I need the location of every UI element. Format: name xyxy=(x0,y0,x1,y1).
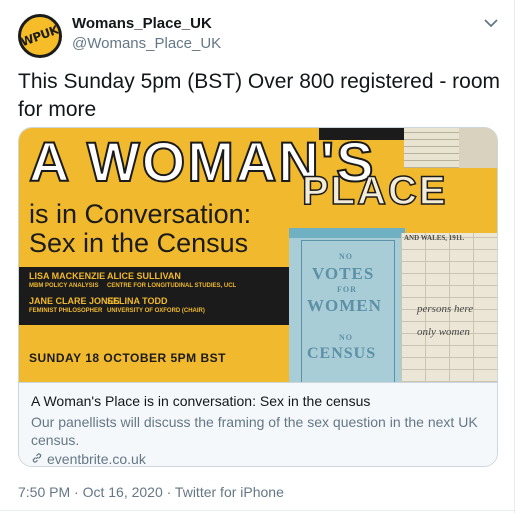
speaker-name: SELINA TODD xyxy=(107,296,168,306)
census-form-handwriting: only women xyxy=(417,326,470,338)
census-text: VOTES xyxy=(312,264,375,283)
speaker-role: UNIVERSITY OF OXFORD (CHAIR) xyxy=(107,308,205,314)
speaker: LISA MACKENZIE MBM POLICY ANALYSIS xyxy=(29,271,105,290)
speaker: SELINA TODD UNIVERSITY OF OXFORD (CHAIR) xyxy=(107,296,205,315)
event-date: SUNDAY 18 OCTOBER 5PM BST xyxy=(29,351,226,365)
card-image[interactable]: A WOMAN'S PLACE is in Conversation: Sex … xyxy=(19,128,497,382)
census-poster-header xyxy=(289,228,405,238)
image-headline-place: PLACE xyxy=(301,168,448,214)
card-link-domain[interactable]: eventbrite.co.uk xyxy=(47,451,146,466)
census-form-handwriting: persons here xyxy=(417,303,474,315)
display-name[interactable]: Womans_Place_UK xyxy=(72,15,212,32)
avatar[interactable]: WPUK xyxy=(18,14,62,58)
user-handle[interactable]: @Womans_Place_UK xyxy=(72,35,221,52)
census-text: NO xyxy=(339,333,353,342)
speaker-role: CENTRE FOR LONGITUDINAL STUDIES, UCL xyxy=(107,283,237,289)
card-title[interactable]: A Woman's Place is in conversation: Sex … xyxy=(31,393,370,409)
speaker-name: LISA MACKENZIE xyxy=(29,271,106,281)
tweet-text: This Sunday 5pm (BST) Over 800 registere… xyxy=(18,70,501,121)
card-description: Our panellists will discuss the framing … xyxy=(31,414,478,448)
card-link[interactable]: eventbrite.co.uk xyxy=(31,451,146,466)
speaker-name: JANE CLARE JONES xyxy=(29,296,120,306)
image-subhead-line-2: Sex in the Census xyxy=(29,228,249,258)
card-text[interactable]: A Woman's Place is in conversation: Sex … xyxy=(19,382,497,466)
chevron-down-icon[interactable] xyxy=(480,12,502,34)
census-form-header: AND WALES, 1911. xyxy=(404,234,465,242)
census-text: CENSUS xyxy=(307,345,377,362)
speaker-role: MBM POLICY ANALYSIS xyxy=(29,283,99,289)
speaker-name: ALICE SULLIVAN xyxy=(107,271,181,281)
speaker: JANE CLARE JONES FEMINIST PHILOSOPHER xyxy=(29,296,120,315)
census-text: NO xyxy=(339,252,353,261)
census-text: WOMEN xyxy=(307,296,382,315)
image-subhead: is in Conversation: Sex in the Census xyxy=(29,200,251,258)
speaker: ALICE SULLIVAN CENTRE FOR LONGITUDINAL S… xyxy=(107,271,236,290)
link-card[interactable]: A WOMAN'S PLACE is in Conversation: Sex … xyxy=(18,127,498,467)
avatar-logo-text: WPUK xyxy=(19,22,61,50)
speaker-role: FEMINIST PHILOSOPHER xyxy=(29,308,103,314)
census-text: FOR xyxy=(337,285,357,294)
decor-paper-corner xyxy=(459,128,497,168)
image-subhead-line-1: is in Conversation: xyxy=(29,199,252,229)
link-icon xyxy=(31,451,43,466)
tweet-timestamp[interactable]: 7:50 PM · Oct 16, 2020 · Twitter for iPh… xyxy=(18,484,284,500)
divider xyxy=(0,510,515,511)
tweet: WPUK Womans_Place_UK @Womans_Place_UK Th… xyxy=(0,0,515,513)
